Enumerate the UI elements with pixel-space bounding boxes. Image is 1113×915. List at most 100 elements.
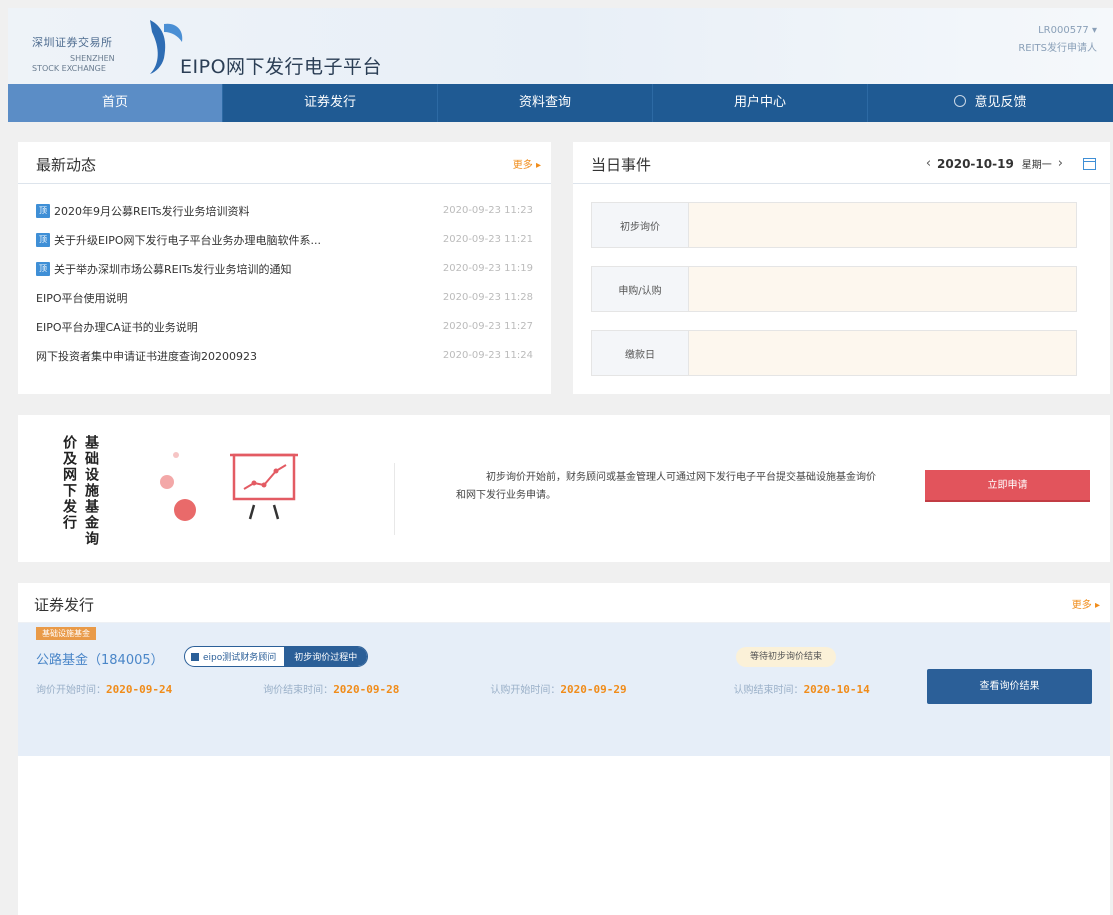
nav-data-query[interactable]: 资料查询 (438, 84, 653, 122)
event-row-payment: 缴款日 (591, 330, 1077, 376)
user-role: REITS发行申请人 (1018, 43, 1097, 54)
event-row-inquiry: 初步询价 (591, 202, 1077, 248)
help-circle-icon (954, 95, 967, 107)
nav-user-label: 用户中心 (733, 95, 786, 110)
news-item-time: 2020-09-23 11:24 (442, 350, 533, 361)
news-panel-header: 最新动态 更多 ▸ (18, 142, 551, 184)
date-key: 询价结束时间： (263, 685, 334, 696)
logo-cn-text: 深圳证券交易所 (32, 36, 113, 49)
nav-securities-label: 证券发行 (303, 95, 356, 110)
szse-logo[interactable]: 深圳证券交易所 SHENZHEN STOCK EXCHANGE (32, 18, 192, 78)
list-item[interactable]: 顶 2020年9月公募REITs发行业务培训资料 2020-09-23 11:23 (36, 196, 533, 225)
prev-day-button[interactable]: ‹ (926, 156, 931, 171)
fund-dates: 询价开始时间：2020-09-24 询价结束时间：2020-09-28 认购开始… (36, 681, 870, 696)
news-item-time: 2020-09-23 11:23 (442, 205, 533, 216)
status-badge: 等待初步询价结束 (736, 647, 837, 667)
list-item[interactable]: 网下投资者集中申请证书进度查询20200923 2020-09-23 11:24 (36, 341, 533, 370)
event-body (689, 203, 1076, 247)
event-row-subscription: 申购/认购 (591, 266, 1077, 312)
apply-now-button[interactable]: 立即申请 (925, 470, 1090, 502)
pinned-badge: 顶 (36, 261, 50, 276)
logo-en-line2: STOCK EXCHANGE (32, 64, 106, 73)
date-navigator: ‹ 2020-10-19 星期一 › (920, 156, 1096, 171)
news-item-time: 2020-09-23 11:19 (442, 263, 533, 274)
pinned-badge: 顶 (36, 203, 50, 218)
fund-name-link[interactable]: 公路基金（184005） (36, 649, 164, 668)
decor-dot (174, 499, 196, 521)
advisor-label: eipo测试财务顾问 (185, 647, 284, 666)
date-item: 认购结束时间：2020-10-14 (734, 681, 870, 696)
date-key: 询价开始时间： (36, 685, 106, 696)
event-body (689, 267, 1076, 311)
securities-header: 证券发行 更多 ▸ (18, 583, 1110, 623)
advisor-name: eipo测试财务顾问 (203, 653, 277, 663)
events-panel-header: 当日事件 ‹ 2020-10-19 星期一 › (573, 142, 1110, 184)
nav-home[interactable]: 首页 (8, 84, 223, 122)
news-more-link[interactable]: 更多 ▸ (513, 156, 541, 171)
view-inquiry-result-button[interactable]: 查看询价结果 (927, 669, 1092, 704)
main-nav: 首页 证券发行 资料查询 用户中心 意见反馈 (8, 84, 1113, 122)
date-key: 认购结束时间： (733, 685, 804, 696)
stage-label: 初步询价过程中 (284, 647, 368, 666)
event-label: 初步询价 (592, 203, 689, 247)
logo-en-line1: SHENZHEN (70, 54, 115, 63)
date-value: 2020-09-24 (106, 683, 173, 696)
nav-home-label: 首页 (101, 95, 128, 110)
presentation-chart-icon (230, 453, 298, 520)
nav-query-label: 资料查询 (518, 95, 571, 110)
user-id[interactable]: LR000577 ▾ (1018, 22, 1097, 40)
news-item-title[interactable]: 关于升级EIPO网下发行电子平台业务办理电脑软件系... (54, 232, 321, 248)
pinned-badge: 顶 (36, 232, 50, 247)
events-title: 当日事件 (591, 156, 652, 174)
banner-title: 基础设施基金询价及网下发行 (61, 435, 99, 547)
news-item-title[interactable]: EIPO平台使用说明 (36, 290, 128, 306)
nav-feedback[interactable]: 意见反馈 (868, 84, 1113, 122)
list-item[interactable]: 顶关于举办深圳市场公募REITs发行业务培训的通知 2020-09-23 11:… (36, 254, 533, 283)
list-item[interactable]: EIPO平台使用说明 2020-09-23 11:28 (36, 283, 533, 312)
current-weekday: 星期一 (1021, 160, 1052, 171)
event-label: 申购/认购 (592, 267, 689, 311)
decor-dot (173, 452, 179, 458)
date-item: 询价结束时间：2020-09-28 (263, 681, 487, 696)
date-item: 询价开始时间：2020-09-24 (36, 681, 260, 696)
decor-dot (160, 475, 174, 489)
advisor-icon (191, 652, 199, 661)
list-item[interactable]: EIPO平台办理CA证书的业务说明 2020-09-23 11:27 (36, 312, 533, 341)
next-day-button[interactable]: › (1058, 156, 1063, 171)
calendar-icon[interactable] (1083, 157, 1096, 170)
infra-fund-banner: 基础设施基金询价及网下发行 初步询价开始前，财务顾问或基金管理人可通过网下发行电… (18, 415, 1110, 562)
news-title: 最新动态 (36, 156, 97, 174)
platform-title: EIPO网下发行电子平台 (180, 56, 383, 78)
date-value: 2020-09-29 (560, 683, 627, 696)
banner-description: 初步询价开始前，财务顾问或基金管理人可通过网下发行电子平台提交基础设施基金询价和… (456, 472, 876, 501)
user-menu[interactable]: LR000577 ▾ REITS发行申请人 (1018, 22, 1097, 58)
fund-stage-pill: eipo测试财务顾问 初步询价过程中 (184, 646, 369, 667)
securities-more-link[interactable]: 更多 ▸ (1072, 596, 1100, 611)
list-item[interactable]: 顶关于升级EIPO网下发行电子平台业务办理电脑软件系... 2020-09-23… (36, 225, 533, 254)
news-panel: 最新动态 更多 ▸ 顶 2020年9月公募REITs发行业务培训资料 2020-0… (18, 142, 551, 394)
event-body (689, 331, 1076, 375)
nav-feedback-label: 意见反馈 (974, 95, 1027, 110)
news-list: 顶 2020年9月公募REITs发行业务培训资料 2020-09-23 11:23… (18, 184, 551, 370)
securities-title: 证券发行 (34, 596, 95, 614)
news-item-title[interactable]: EIPO平台办理CA证书的业务说明 (36, 319, 198, 335)
date-value: 2020-10-14 (803, 683, 870, 696)
current-date: 2020-10-19 (937, 156, 1014, 171)
news-item-time: 2020-09-23 11:28 (442, 292, 533, 303)
date-key: 认购开始时间： (490, 685, 561, 696)
news-item-time: 2020-09-23 11:21 (442, 234, 533, 245)
date-value: 2020-09-28 (333, 683, 400, 696)
news-item-time: 2020-09-23 11:27 (442, 321, 533, 332)
nav-user-center[interactable]: 用户中心 (653, 84, 868, 122)
banner-divider (394, 463, 395, 535)
news-item-title[interactable]: 2020年9月公募REITs发行业务培训资料 (54, 203, 249, 219)
news-item-title[interactable]: 关于举办深圳市场公募REITs发行业务培训的通知 (54, 261, 291, 277)
fund-card: 基础设施基金 公路基金（184005） eipo测试财务顾问 初步询价过程中 等… (18, 623, 1110, 756)
nav-securities-issuance[interactable]: 证券发行 (223, 84, 438, 122)
header: 深圳证券交易所 SHENZHEN STOCK EXCHANGE EIPO网下发行… (8, 8, 1113, 84)
events-panel: 当日事件 ‹ 2020-10-19 星期一 › 初步询价 申购/认购 缴款日 (573, 142, 1110, 394)
news-item-title[interactable]: 网下投资者集中申请证书进度查询20200923 (36, 348, 257, 364)
fund-type-tag: 基础设施基金 (36, 627, 96, 640)
securities-panel: 证券发行 更多 ▸ 基础设施基金 公路基金（184005） eipo测试财务顾问… (18, 583, 1110, 915)
event-label: 缴款日 (592, 331, 689, 375)
